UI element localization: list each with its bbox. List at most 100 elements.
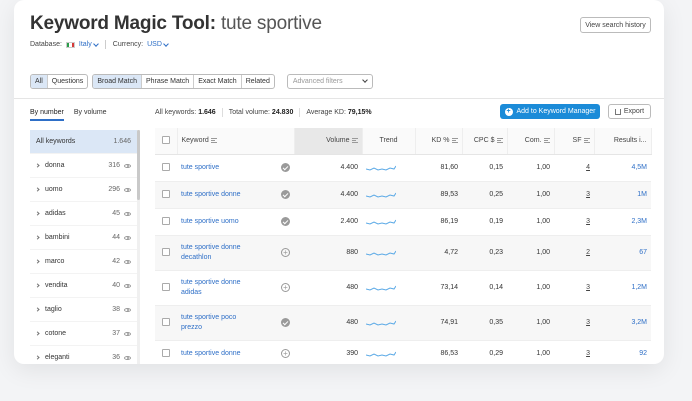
keyword-link[interactable]: tute sportive donne (181, 349, 241, 359)
sf-link[interactable]: 3 (586, 284, 590, 291)
sidebar-item-count: 45 (112, 210, 120, 217)
column-com[interactable]: Com. (507, 128, 555, 155)
tab-related[interactable]: Related (242, 75, 274, 88)
scrollbar-thumb[interactable] (137, 130, 140, 200)
sidebar-item-uomo[interactable]: uomo 296 (30, 178, 137, 202)
keyword-link[interactable]: tute sportive uomo (181, 217, 239, 227)
row-checkbox[interactable] (162, 162, 170, 171)
tab-exact-match[interactable]: Exact Match (194, 75, 242, 88)
row-checkbox[interactable] (162, 317, 170, 326)
sidebar-item-vendita[interactable]: vendita 40 (30, 274, 137, 298)
add-plus-icon[interactable]: + (281, 283, 290, 292)
database-select[interactable]: Italy (79, 41, 99, 48)
tab-by-number[interactable]: By number (30, 109, 64, 121)
divider (221, 108, 223, 117)
sf-cell: 3 (554, 270, 594, 306)
sf-link[interactable]: 3 (586, 191, 590, 198)
chevron-right-icon[interactable] (35, 235, 40, 240)
view-search-history-button[interactable]: View search history (580, 17, 651, 33)
eye-icon[interactable] (124, 283, 131, 288)
keyword-link[interactable]: tute sportive donne decathlon (181, 243, 241, 263)
add-plus-icon[interactable]: + (281, 248, 290, 257)
sidebar-item-all-keywords[interactable]: All keywords 1.646 (30, 130, 137, 154)
eye-icon[interactable] (124, 259, 131, 264)
export-icon (614, 108, 621, 115)
add-to-keyword-manager-button[interactable]: + Add to Keyword Manager (500, 104, 600, 119)
column-cpc[interactable]: CPC $ (462, 128, 508, 155)
select-all-checkbox[interactable] (161, 135, 170, 144)
keyword-cell: tute sportive uomo (177, 208, 294, 236)
keyword-link[interactable]: tute sportive (181, 163, 219, 173)
keyword-link[interactable]: tute sportive donne (181, 190, 241, 200)
results-link[interactable]: 1M (637, 191, 647, 198)
currency-select[interactable]: USD (147, 41, 169, 48)
chevron-right-icon[interactable] (35, 163, 40, 168)
results-link[interactable]: 2,3M (631, 218, 647, 225)
added-check-icon[interactable] (281, 190, 290, 199)
eye-icon[interactable] (124, 187, 131, 192)
sidebar-item-adidas[interactable]: adidas 45 (30, 202, 137, 226)
sf-link[interactable]: 3 (586, 218, 590, 225)
add-plus-icon[interactable]: + (281, 349, 290, 358)
results-link[interactable]: 92 (639, 350, 647, 357)
sidebar-item-marco[interactable]: marco 42 (30, 250, 137, 274)
results-link[interactable]: 1,2M (631, 284, 647, 291)
export-button[interactable]: Export (608, 104, 651, 119)
sidebar-item-eleganti[interactable]: eleganti 36 (30, 346, 137, 364)
added-check-icon[interactable] (281, 318, 290, 327)
sidebar-item-taglio[interactable]: taglio 38 (30, 298, 137, 322)
added-check-icon[interactable] (281, 163, 290, 172)
chevron-right-icon[interactable] (35, 211, 40, 216)
column-kd[interactable]: KD % (415, 128, 463, 155)
results-link[interactable]: 3,2M (631, 319, 647, 326)
column-results[interactable]: Results i... (594, 128, 652, 155)
tab-phrase-match[interactable]: Phrase Match (142, 75, 195, 88)
chevron-right-icon[interactable] (35, 283, 40, 288)
chevron-right-icon[interactable] (35, 259, 40, 264)
tab-questions[interactable]: Questions (48, 75, 88, 88)
chevron-right-icon[interactable] (35, 331, 40, 336)
row-checkbox[interactable] (162, 189, 170, 198)
keyword-text: tute sportive uomo (181, 217, 239, 225)
sidebar-scrollbar[interactable] (137, 130, 140, 364)
chevron-right-icon[interactable] (35, 355, 40, 360)
cpc-cell: 0,19 (462, 208, 507, 236)
row-checkbox[interactable] (162, 247, 170, 256)
table-row: tute sportive donne decathlon +880 4,72 0,23… (155, 235, 651, 271)
row-checkbox[interactable] (162, 348, 170, 357)
cpc-cell: 0,15 (462, 154, 507, 182)
tab-broad-match[interactable]: Broad Match (93, 75, 142, 88)
sf-link[interactable]: 4 (586, 164, 590, 171)
sort-icon (210, 137, 217, 143)
advanced-filters-dropdown[interactable]: Advanced filters (286, 74, 373, 89)
sidebar-item-donna[interactable]: donna 316 (30, 154, 137, 178)
column-sf[interactable]: SF (554, 128, 595, 155)
column-volume[interactable]: Volume (294, 128, 363, 155)
trend-cell (362, 340, 415, 364)
results-link[interactable]: 67 (639, 249, 647, 256)
sf-link[interactable]: 3 (586, 350, 590, 357)
eye-icon[interactable] (124, 235, 131, 240)
row-checkbox[interactable] (162, 282, 170, 291)
results-link[interactable]: 4,5M (631, 164, 647, 171)
eye-icon[interactable] (124, 163, 131, 168)
sidebar-item-cotone[interactable]: cotone 37 (30, 322, 137, 346)
keyword-link[interactable]: tute sportive poco prezzo (181, 313, 236, 333)
chevron-right-icon[interactable] (35, 187, 40, 192)
eye-icon[interactable] (124, 307, 131, 312)
sf-link[interactable]: 3 (586, 319, 590, 326)
tab-by-volume[interactable]: By volume (74, 109, 107, 121)
added-check-icon[interactable] (281, 217, 290, 226)
row-checkbox[interactable] (162, 216, 170, 225)
chevron-right-icon[interactable] (35, 307, 40, 312)
eye-icon[interactable] (124, 355, 131, 360)
sf-link[interactable]: 2 (586, 249, 590, 256)
tab-all[interactable]: All (31, 75, 48, 88)
sf-cell: 3 (554, 340, 594, 364)
keyword-link[interactable]: tute sportive donne adidas (181, 278, 241, 298)
sort-icon (496, 137, 503, 143)
eye-icon[interactable] (124, 331, 131, 336)
column-keyword[interactable]: Keyword (177, 128, 295, 155)
eye-icon[interactable] (124, 211, 131, 216)
sidebar-item-bambini[interactable]: bambini 44 (30, 226, 137, 250)
